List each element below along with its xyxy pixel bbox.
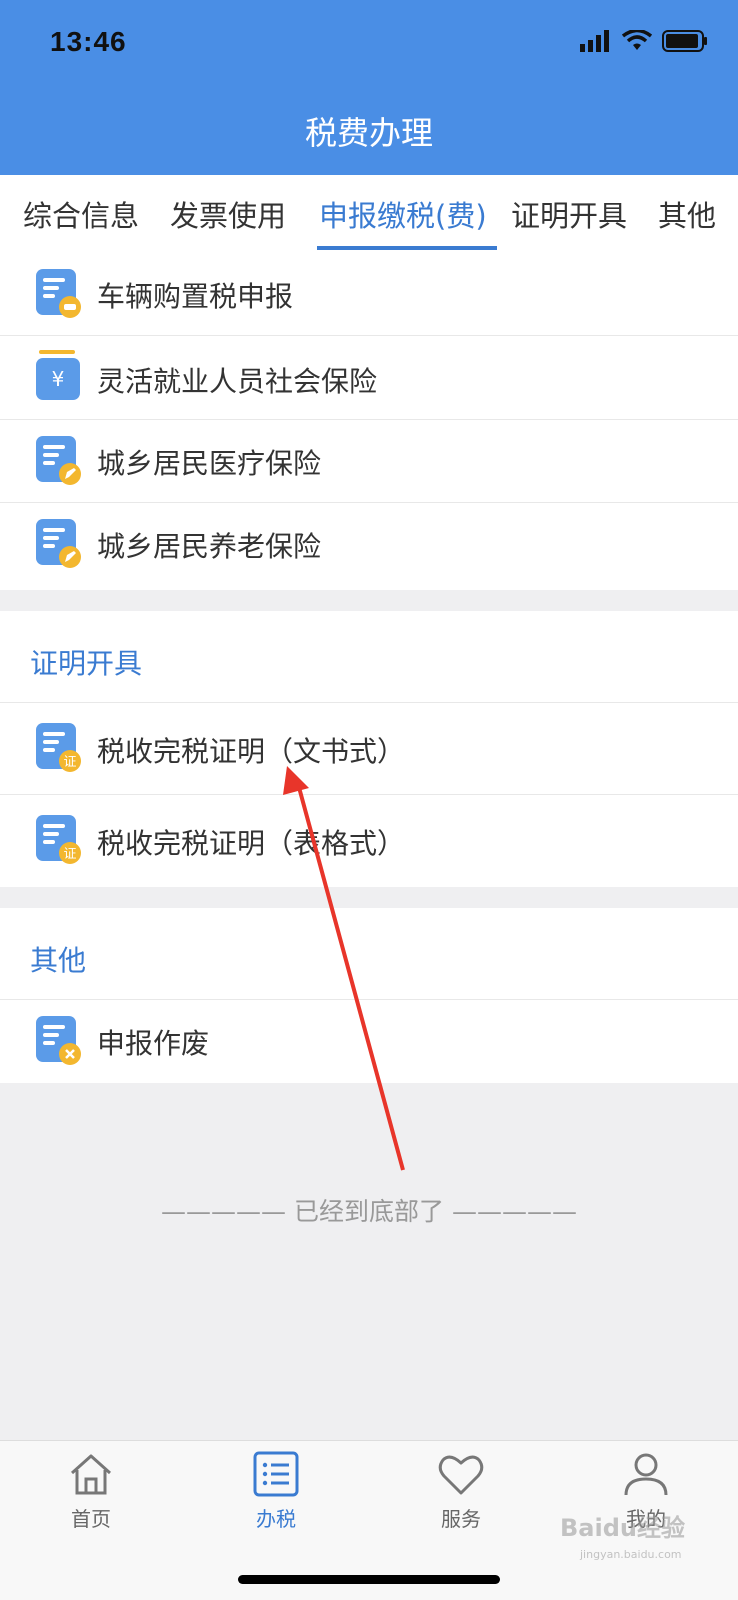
watermark: Baidu经验	[560, 1514, 685, 1542]
nav-home[interactable]: 首页	[31, 1451, 151, 1532]
nav-tax[interactable]: 办税	[216, 1451, 336, 1532]
nav-label: 服务	[441, 1507, 481, 1531]
home-indicator	[238, 1575, 500, 1584]
user-icon	[624, 1453, 668, 1496]
nav-label: 办税	[256, 1507, 296, 1531]
heart-icon	[438, 1455, 484, 1495]
annotation-arrow	[283, 766, 405, 1171]
list-icon	[253, 1451, 299, 1497]
home-icon	[70, 1454, 112, 1495]
nav-service[interactable]: 服务	[401, 1451, 521, 1532]
nav-label: 首页	[71, 1507, 111, 1531]
watermark-url: jingyan.baidu.com	[580, 1548, 682, 1561]
